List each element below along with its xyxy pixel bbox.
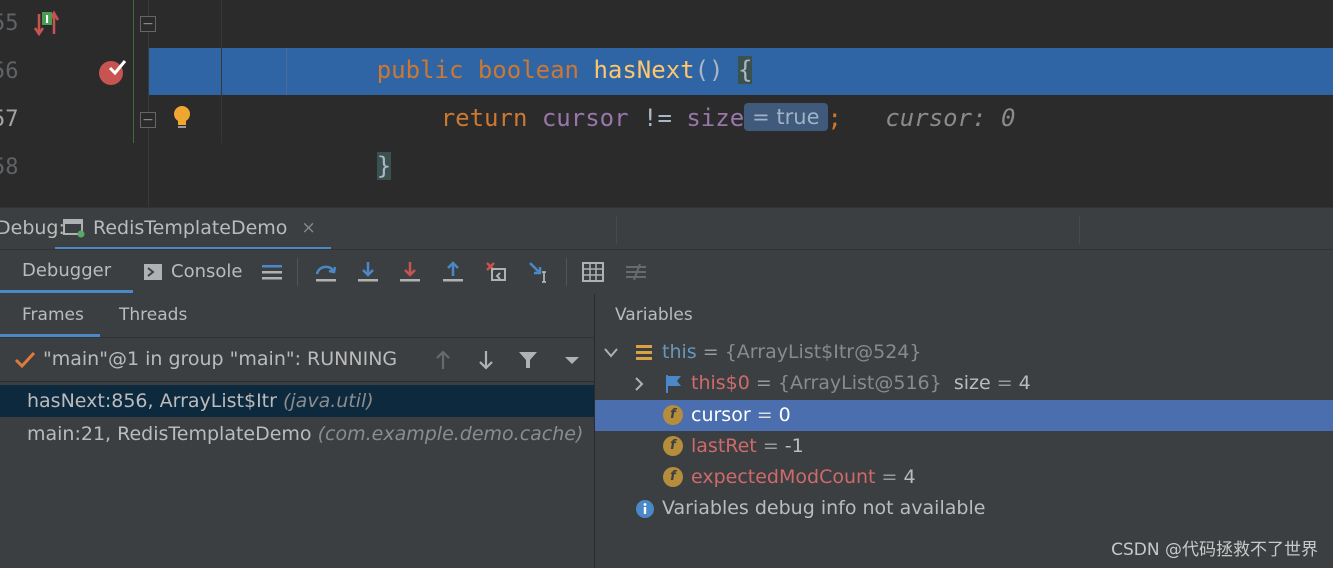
variable-row[interactable]: f cursor = 0 [595, 400, 1333, 431]
field-icon: f [663, 467, 683, 487]
variable-row[interactable]: f expectedModCount = 4 [595, 462, 1333, 493]
variable-name: cursor [691, 404, 751, 426]
layout-menu-icon[interactable] [260, 260, 284, 284]
tab-divider [1079, 216, 1080, 244]
variable-name: expectedModCount [691, 466, 876, 488]
chevron-right-icon[interactable] [633, 376, 645, 392]
variable-value: 0 [778, 404, 791, 426]
console-icon [144, 263, 162, 280]
step-out-icon[interactable] [441, 260, 465, 284]
frame-row[interactable]: main:21, RedisTemplateDemo (com.example.… [0, 418, 594, 450]
field-icon: f [663, 405, 683, 425]
variable-row[interactable]: this$0 = {ArrayList@516} size = 4 [595, 368, 1333, 399]
thread-name: "main"@1 in group "main": RUNNING [43, 348, 398, 370]
flag-icon [666, 375, 681, 393]
tab-title: RedisTemplateDemo [93, 216, 288, 239]
force-step-into-icon[interactable] [398, 260, 422, 284]
line-number: 56 [0, 59, 19, 84]
chevron-down-icon[interactable] [603, 346, 619, 360]
variable-name: lastRet [691, 435, 757, 457]
frame-package: (com.example.demo.cache) [317, 423, 584, 445]
tab-console[interactable]: Console [144, 250, 242, 293]
chevron-down-icon[interactable] [563, 353, 581, 367]
step-over-icon[interactable] [314, 260, 338, 284]
info-icon [636, 500, 654, 518]
info-row: Variables debug info not available [595, 493, 1333, 524]
variable-row[interactable]: this = {ArrayList$Itr@524} [595, 337, 1333, 368]
frames-panel: Frames Threads "main"@1 in group "main":… [0, 294, 595, 568]
frame-package: (java.util) [282, 390, 374, 412]
variable-row[interactable]: f lastRet = -1 [595, 431, 1333, 462]
frames-tabs: Frames Threads [0, 294, 594, 338]
variable-size-label: size [953, 372, 991, 394]
variable-value: {ArrayList$Itr@524} [724, 341, 922, 363]
tab-run-config[interactable]: RedisTemplateDemo × [55, 208, 331, 250]
frame-method: main:21, RedisTemplateDemo [27, 423, 312, 445]
variable-name: this$0 [691, 372, 750, 394]
variable-value: -1 [784, 435, 804, 457]
toolbar-separator [566, 258, 567, 286]
run-to-cursor-icon[interactable] [527, 260, 551, 284]
checkmark-icon [14, 351, 36, 369]
drop-frame-icon[interactable] [484, 260, 508, 284]
tab-debugger[interactable]: Debugger [0, 250, 134, 293]
next-frame-icon[interactable] [476, 349, 496, 371]
trace-stream-icon [626, 263, 646, 281]
step-into-icon[interactable] [356, 260, 380, 284]
code-line-56[interactable]: 56 return cursor != size= true; cursor: … [0, 48, 1333, 132]
code-line-57[interactable]: 57 − } [0, 96, 1333, 180]
lightbulb-icon[interactable] [172, 105, 192, 131]
watermark: CSDN @代码拯救不了世界 [1111, 540, 1318, 560]
variable-value: {ArrayList@516} [777, 372, 942, 394]
thread-selector[interactable]: "main"@1 in group "main": RUNNING [0, 338, 594, 382]
line-number: 58 [0, 155, 19, 180]
fold-toggle[interactable]: − [140, 16, 156, 32]
variable-size-value: 4 [1018, 372, 1031, 394]
svg-text:I: I [45, 13, 49, 26]
code-line-55[interactable]: 55 I − public boolean hasNext() { [0, 0, 1333, 84]
panel-title: Variables [615, 305, 693, 325]
previous-frame-icon[interactable] [433, 349, 453, 371]
implementing-method-icon[interactable]: I [34, 10, 60, 38]
code-editor[interactable]: 55 I − public boolean hasNext() { 56 ret… [0, 0, 1333, 207]
tab-divider [616, 216, 617, 244]
info-text: Variables debug info not available [662, 497, 986, 519]
debugger-toolbar: Debugger Console [0, 249, 1333, 295]
variable-value: 4 [903, 466, 916, 488]
debug-tool-window-header: Debug: RedisTemplateDemo × [0, 207, 1333, 250]
tab-frames[interactable]: Frames [0, 294, 100, 337]
tab-label: Debugger [22, 259, 112, 281]
evaluate-expression-icon[interactable] [581, 260, 605, 284]
field-icon: f [663, 436, 683, 456]
close-icon[interactable]: × [301, 218, 315, 238]
line-number: 55 [0, 11, 19, 36]
variables-panel: Variables this = {ArrayList$Itr@524} thi… [595, 294, 1333, 568]
frame-row[interactable]: hasNext:856, ArrayList$Itr (java.util) [0, 385, 594, 417]
stack-icon [636, 345, 652, 360]
frame-method: hasNext:856, ArrayList$Itr [27, 390, 277, 412]
tab-threads[interactable]: Threads [119, 294, 187, 337]
variable-name: this [662, 341, 697, 363]
code-line-58[interactable]: 58 [0, 144, 1333, 191]
toolbar-separator [297, 258, 298, 286]
breakpoint-icon[interactable] [97, 58, 127, 86]
application-icon [63, 218, 85, 237]
tab-label: Console [171, 261, 243, 282]
line-number: 57 [0, 107, 19, 132]
fold-toggle[interactable]: − [140, 112, 156, 128]
filter-icon[interactable] [517, 349, 539, 371]
